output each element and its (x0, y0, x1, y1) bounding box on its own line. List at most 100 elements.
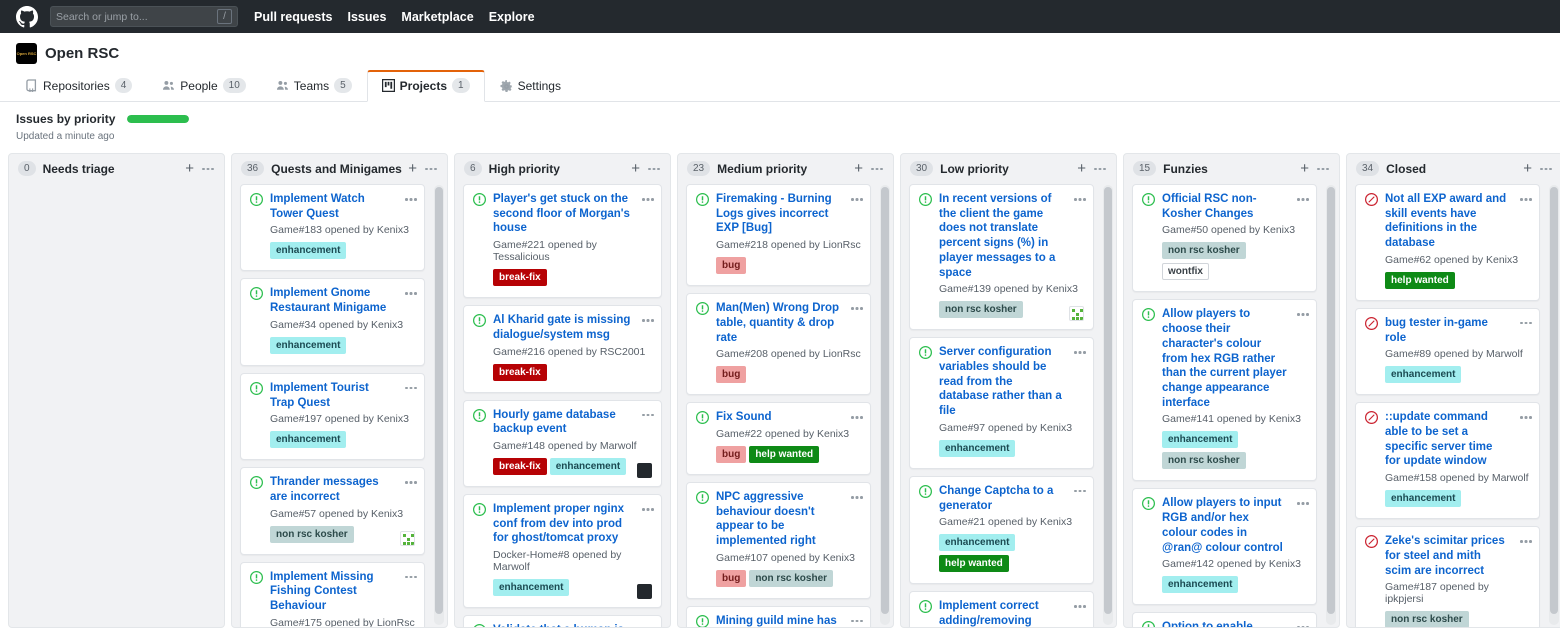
column-menu-button[interactable] (1092, 162, 1107, 176)
card-menu-button[interactable] (1518, 534, 1533, 548)
issue-label[interactable]: non rsc kosher (1385, 611, 1469, 627)
search-input[interactable]: Search or jump to... / (50, 6, 238, 27)
card-menu-button[interactable] (1072, 484, 1087, 498)
card-menu-button[interactable] (403, 286, 418, 300)
issue-label[interactable]: help wanted (749, 446, 819, 463)
issue-card[interactable]: Implement Watch Tower Quest Game#183 ope… (240, 184, 425, 271)
add-card-button[interactable]: + (1517, 162, 1538, 176)
card-menu-button[interactable] (849, 192, 864, 206)
issue-title[interactable]: Mining guild mine has too much mith and … (716, 614, 841, 627)
tab-settings[interactable]: Settings (485, 71, 576, 102)
issue-card[interactable]: Mining guild mine has too much mith and … (686, 606, 871, 627)
issue-label[interactable]: bug (716, 446, 746, 463)
issue-title[interactable]: Firemaking - Burning Logs gives incorrec… (716, 192, 841, 236)
issue-label[interactable]: enhancement (270, 337, 346, 354)
column-menu-button[interactable] (200, 162, 215, 176)
issue-card[interactable]: Implement Missing Fishing Contest Behavi… (240, 562, 425, 627)
nav-link-pull-requests[interactable]: Pull requests (254, 10, 333, 24)
issue-title[interactable]: Allow players to input RGB and/or hex co… (1162, 496, 1287, 555)
tab-teams[interactable]: Teams 5 (261, 70, 367, 102)
add-card-button[interactable]: + (625, 162, 646, 176)
issue-title[interactable]: Allow players to choose their character'… (1162, 307, 1287, 410)
issue-card[interactable]: Option to enable custom spells Game#122 … (1132, 612, 1317, 627)
issue-card[interactable]: Validate that a human is creating charac… (463, 615, 662, 627)
issue-card[interactable]: Zeke's scimitar prices for steel and mit… (1355, 526, 1540, 627)
issue-card[interactable]: Official RSC non-Kosher Changes Game#50 … (1132, 184, 1317, 292)
issue-title[interactable]: Al Kharid gate is missing dialogue/syste… (493, 313, 632, 342)
issue-label[interactable]: enhancement (939, 534, 1015, 551)
issue-label[interactable]: bug (716, 366, 746, 383)
issue-card[interactable]: bug tester in-game role Game#89 opened b… (1355, 308, 1540, 395)
column-menu-button[interactable] (423, 162, 438, 176)
issue-label[interactable]: enhancement (270, 242, 346, 259)
issue-title[interactable]: Fix Sound (716, 410, 841, 425)
scrollbar-thumb[interactable] (881, 187, 889, 614)
add-card-button[interactable]: + (179, 162, 200, 176)
issue-label[interactable]: enhancement (1162, 431, 1238, 448)
scrollbar-thumb[interactable] (435, 187, 443, 614)
org-name[interactable]: Open RSC (45, 45, 119, 62)
issue-label[interactable]: non rsc kosher (749, 570, 833, 587)
tab-people[interactable]: People 10 (147, 70, 261, 102)
card-menu-button[interactable] (1518, 410, 1533, 424)
project-title[interactable]: Issues by priority (16, 112, 115, 126)
issue-title[interactable]: Implement Watch Tower Quest (270, 192, 395, 221)
issue-label[interactable]: enhancement (270, 431, 346, 448)
card-menu-button[interactable] (640, 502, 655, 516)
card-menu-button[interactable] (1518, 192, 1533, 206)
nav-link-explore[interactable]: Explore (489, 10, 535, 24)
issue-card[interactable]: Implement proper nginx conf from dev int… (463, 494, 662, 608)
add-card-button[interactable]: + (402, 162, 423, 176)
issue-label[interactable]: non rsc kosher (270, 526, 354, 543)
issue-card[interactable]: Allow players to input RGB and/or hex co… (1132, 488, 1317, 605)
issue-title[interactable]: Man(Men) Wrong Drop table, quantity & dr… (716, 301, 841, 345)
card-menu-button[interactable] (640, 623, 655, 627)
issue-label[interactable]: break-fix (493, 269, 547, 286)
issue-title[interactable]: Implement Tourist Trap Quest (270, 381, 395, 410)
card-menu-button[interactable] (640, 408, 655, 422)
issue-label[interactable]: enhancement (1162, 576, 1238, 593)
issue-card[interactable]: Implement correct adding/removing friend… (909, 591, 1094, 627)
card-menu-button[interactable] (640, 313, 655, 327)
column-scrollbar[interactable] (1326, 185, 1336, 625)
column-menu-button[interactable] (1315, 162, 1330, 176)
issue-card[interactable]: Not all EXP award and skill events have … (1355, 184, 1540, 301)
issue-card[interactable]: NPC aggressive behaviour doesn't appear … (686, 482, 871, 599)
card-menu-button[interactable] (1295, 620, 1310, 627)
issue-title[interactable]: Hourly game database backup event (493, 408, 632, 437)
issue-card[interactable]: Allow players to choose their character'… (1132, 299, 1317, 481)
issue-title[interactable]: Official RSC non-Kosher Changes (1162, 192, 1287, 221)
card-menu-button[interactable] (403, 381, 418, 395)
issue-label[interactable]: bug (716, 570, 746, 587)
issue-label[interactable]: wontfix (1162, 263, 1209, 280)
card-menu-button[interactable] (849, 410, 864, 424)
nav-link-marketplace[interactable]: Marketplace (401, 10, 473, 24)
issue-title[interactable]: bug tester in-game role (1385, 316, 1510, 345)
nav-link-issues[interactable]: Issues (348, 10, 387, 24)
issue-label[interactable]: break-fix (493, 364, 547, 381)
scrollbar-thumb[interactable] (1104, 187, 1112, 614)
card-menu-button[interactable] (640, 192, 655, 206)
issue-label[interactable]: enhancement (939, 440, 1015, 457)
issue-title[interactable]: Player's get stuck on the second floor o… (493, 192, 632, 236)
issue-label[interactable]: help wanted (939, 555, 1009, 572)
issue-card[interactable]: In recent versions of the client the gam… (909, 184, 1094, 330)
column-scrollbar[interactable] (880, 185, 890, 625)
issue-title[interactable]: Implement proper nginx conf from dev int… (493, 502, 632, 546)
issue-title[interactable]: NPC aggressive behaviour doesn't appear … (716, 490, 841, 549)
issue-title[interactable]: Implement Missing Fishing Contest Behavi… (270, 570, 395, 614)
org-avatar[interactable]: Open RSC (16, 43, 37, 64)
issue-card[interactable]: Implement Tourist Trap Quest Game#197 op… (240, 373, 425, 460)
issue-label[interactable]: enhancement (493, 579, 569, 596)
issue-card[interactable]: Server configuration variables should be… (909, 337, 1094, 469)
issue-title[interactable]: Server configuration variables should be… (939, 345, 1064, 419)
issue-card[interactable]: Hourly game database backup event Game#1… (463, 400, 662, 487)
scrollbar-thumb[interactable] (1550, 187, 1558, 614)
column-scrollbar[interactable] (1549, 185, 1559, 625)
issue-title[interactable]: Implement Gnome Restaurant Minigame (270, 286, 395, 315)
card-menu-button[interactable] (1295, 192, 1310, 206)
issue-label[interactable]: bug (716, 257, 746, 274)
issue-card[interactable]: Al Kharid gate is missing dialogue/syste… (463, 305, 662, 392)
issue-title[interactable]: Thrander messages are incorrect (270, 475, 395, 504)
issue-card[interactable]: ::update command able to be set a specif… (1355, 402, 1540, 519)
